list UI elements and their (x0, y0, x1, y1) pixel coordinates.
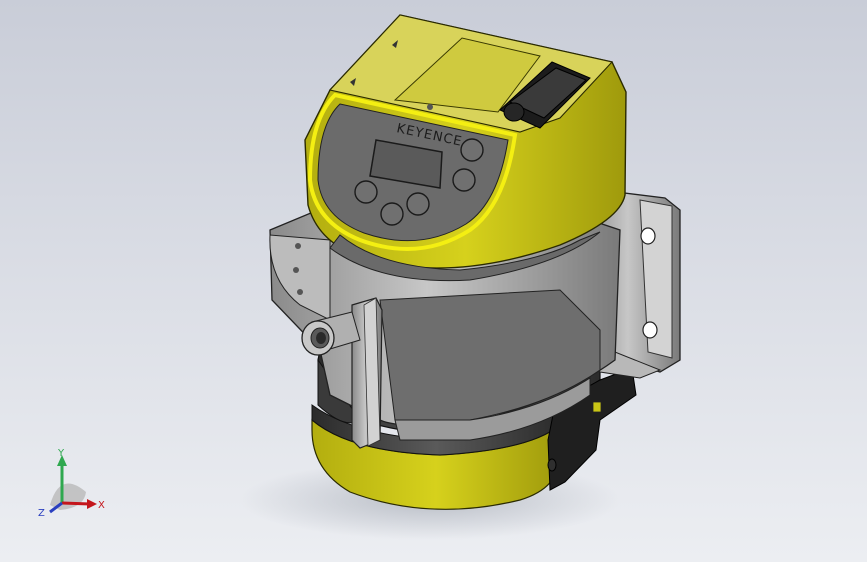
panel-button-5[interactable] (406, 192, 430, 216)
axis-triad[interactable]: Y X Z (38, 448, 105, 519)
bracket-hole-bottom (642, 321, 658, 339)
bracket-hole-top (640, 227, 656, 245)
front-bracket[interactable] (351, 297, 383, 449)
panel-button-3[interactable] (354, 180, 378, 204)
panel-button-1[interactable] (460, 138, 484, 162)
cad-model[interactable]: KEYENCE Y X Z (0, 0, 867, 562)
panel-button-4[interactable] (380, 202, 404, 226)
triad-base (50, 483, 86, 510)
x-axis-label: X (98, 500, 105, 511)
graphics-viewport[interactable]: KEYENCE Y X Z (0, 0, 867, 562)
panel-button-2[interactable] (452, 168, 476, 192)
x-axis-line (61, 501, 91, 506)
x-axis-arrow (87, 499, 97, 509)
y-axis-label: Y (57, 448, 65, 459)
z-axis-label: Z (38, 508, 45, 519)
